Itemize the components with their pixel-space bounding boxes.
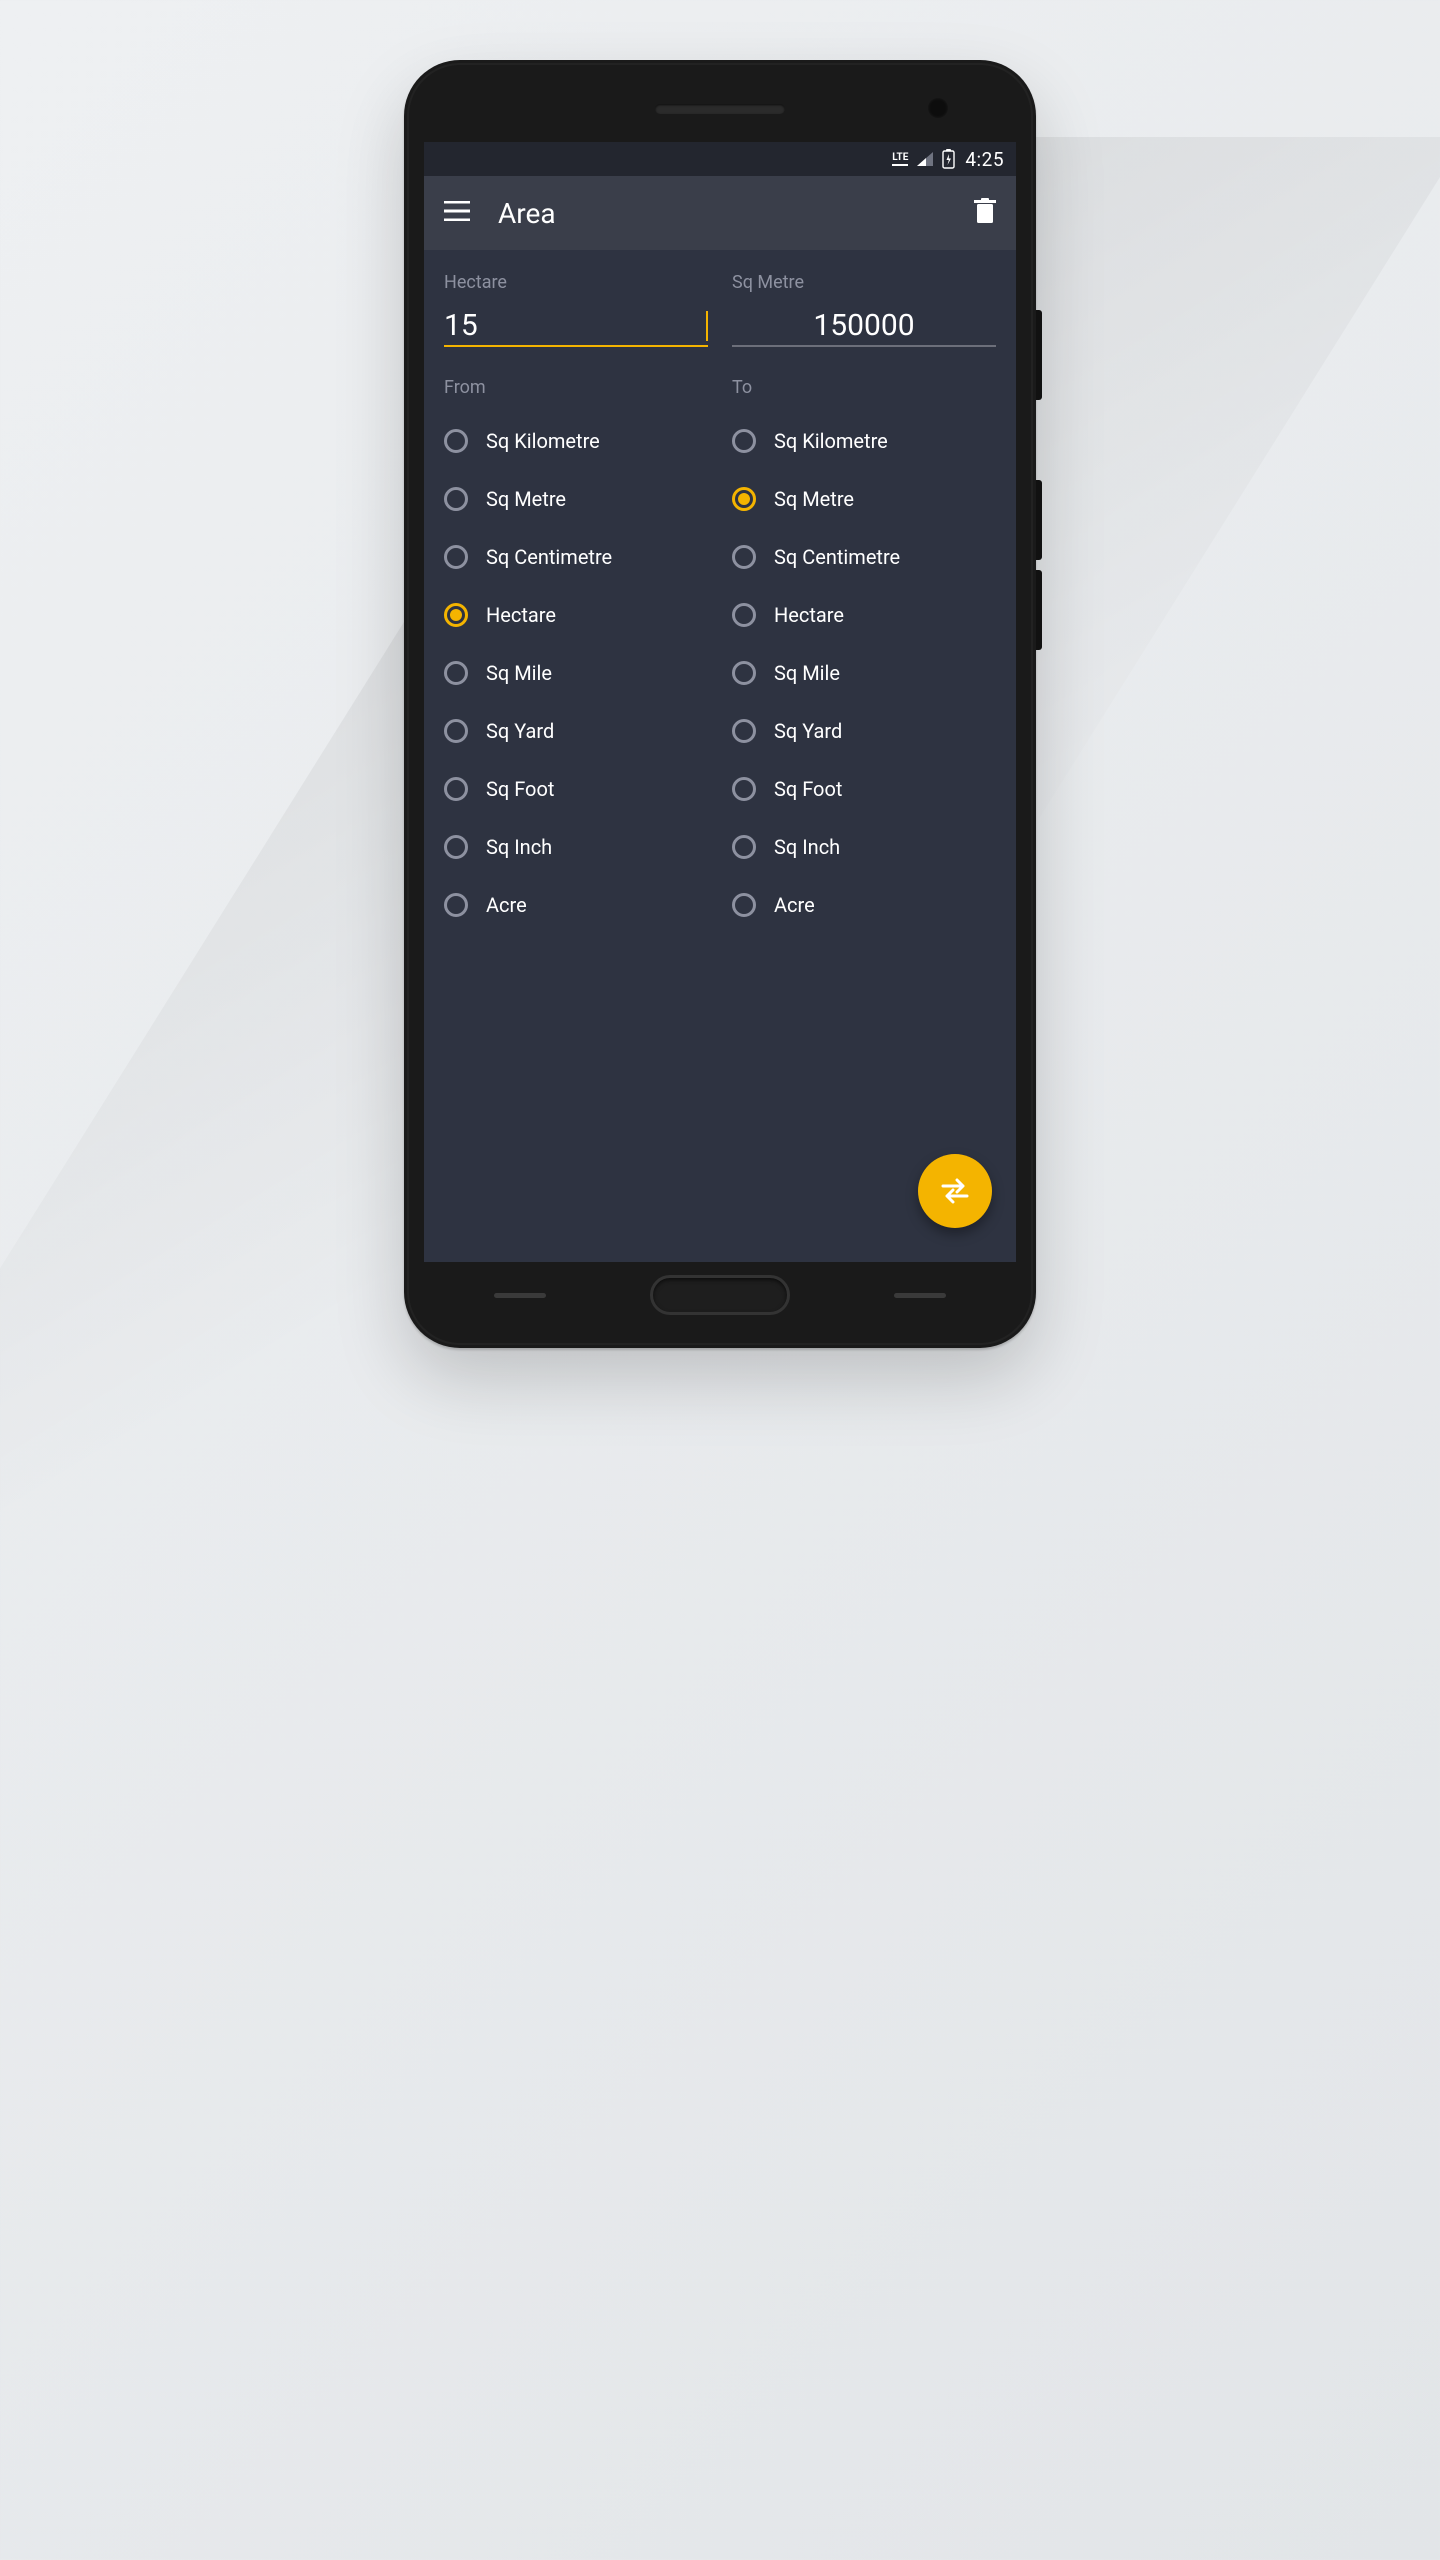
radio-icon xyxy=(444,603,468,627)
from-section-label: From xyxy=(444,377,708,398)
radio-label: Sq Yard xyxy=(486,719,554,743)
to-radio-acre[interactable]: Acre xyxy=(732,876,996,934)
from-column: Hectare 15 From Sq Kilometre Sq Metre Sq C… xyxy=(444,272,708,1262)
to-radio-sq-inch[interactable]: Sq Inch xyxy=(732,818,996,876)
nav-bar xyxy=(404,1262,1036,1328)
from-radio-sq-metre[interactable]: Sq Metre xyxy=(444,470,708,528)
phone-speaker xyxy=(655,104,785,114)
delete-icon[interactable] xyxy=(974,198,996,228)
status-bar: LTE 4:25 xyxy=(424,142,1016,176)
radio-label: Hectare xyxy=(486,603,556,627)
from-value: 15 xyxy=(444,311,704,341)
radio-icon xyxy=(444,545,468,569)
radio-label: Sq Foot xyxy=(774,777,842,801)
app-bar: Area xyxy=(424,176,1016,250)
text-caret xyxy=(706,311,708,341)
swap-icon xyxy=(939,1178,971,1204)
menu-icon[interactable] xyxy=(444,201,470,225)
from-radio-sq-inch[interactable]: Sq Inch xyxy=(444,818,708,876)
nav-back[interactable] xyxy=(494,1293,546,1298)
from-value-input[interactable]: 15 xyxy=(444,299,708,347)
radio-icon xyxy=(732,603,756,627)
radio-icon xyxy=(732,893,756,917)
radio-icon xyxy=(444,719,468,743)
to-value-input[interactable]: 150000 xyxy=(732,299,996,347)
to-radio-sq-metre[interactable]: Sq Metre xyxy=(732,470,996,528)
page-title: Area xyxy=(498,197,946,230)
radio-label: Acre xyxy=(774,893,815,917)
to-radio-sq-yard[interactable]: Sq Yard xyxy=(732,702,996,760)
radio-icon xyxy=(444,893,468,917)
phone-camera xyxy=(928,98,948,118)
power-button xyxy=(1036,310,1042,400)
radio-icon xyxy=(732,429,756,453)
volume-down-button xyxy=(1036,570,1042,650)
radio-label: Sq Foot xyxy=(486,777,554,801)
nav-home[interactable] xyxy=(650,1275,790,1315)
network-indicator: LTE xyxy=(892,153,908,166)
to-radio-sq-mile[interactable]: Sq Mile xyxy=(732,644,996,702)
to-radio-hectare[interactable]: Hectare xyxy=(732,586,996,644)
from-radio-sq-mile[interactable]: Sq Mile xyxy=(444,644,708,702)
swap-fab[interactable] xyxy=(918,1154,992,1228)
content: Hectare 15 From Sq Kilometre Sq Metre Sq C… xyxy=(424,250,1016,1262)
radio-icon xyxy=(444,661,468,685)
radio-label: Sq Inch xyxy=(774,835,840,859)
radio-icon xyxy=(732,487,756,511)
from-unit-label: Hectare xyxy=(444,272,708,293)
radio-label: Sq Kilometre xyxy=(486,429,600,453)
to-column: Sq Metre 150000 To Sq KilometreSq MetreS… xyxy=(732,272,996,1262)
volume-up-button xyxy=(1036,480,1042,560)
signal-icon xyxy=(916,151,934,167)
radio-label: Acre xyxy=(486,893,527,917)
nav-recent[interactable] xyxy=(894,1293,946,1298)
radio-icon xyxy=(732,835,756,859)
from-radio-sq-yard[interactable]: Sq Yard xyxy=(444,702,708,760)
radio-label: Sq Metre xyxy=(486,487,566,511)
radio-icon xyxy=(732,719,756,743)
radio-label: Sq Metre xyxy=(774,487,854,511)
battery-charging-icon xyxy=(942,149,955,169)
from-radio-sq-centimetre[interactable]: Sq Centimetre xyxy=(444,528,708,586)
from-radio-hectare[interactable]: Hectare xyxy=(444,586,708,644)
to-section-label: To xyxy=(732,377,996,398)
phone-frame: LTE 4:25 Area xyxy=(404,60,1036,1348)
from-radio-sq-kilometre[interactable]: Sq Kilometre xyxy=(444,412,708,470)
radio-label: Hectare xyxy=(774,603,844,627)
radio-label: Sq Mile xyxy=(486,661,552,685)
to-radio-sq-foot[interactable]: Sq Foot xyxy=(732,760,996,818)
radio-icon xyxy=(732,777,756,801)
from-radio-sq-foot[interactable]: Sq Foot xyxy=(444,760,708,818)
radio-label: Sq Kilometre xyxy=(774,429,888,453)
to-unit-label: Sq Metre xyxy=(732,272,996,293)
status-clock: 4:25 xyxy=(965,148,1004,171)
from-radio-list: Sq Kilometre Sq Metre Sq Centimetre Hectare… xyxy=(444,412,708,934)
radio-icon xyxy=(444,835,468,859)
radio-label: Sq Centimetre xyxy=(486,545,612,569)
to-radio-sq-centimetre[interactable]: Sq Centimetre xyxy=(732,528,996,586)
radio-icon xyxy=(732,661,756,685)
radio-label: Sq Centimetre xyxy=(774,545,900,569)
screen: LTE 4:25 Area xyxy=(424,142,1016,1262)
radio-icon xyxy=(732,545,756,569)
from-radio-acre[interactable]: Acre xyxy=(444,876,708,934)
radio-icon xyxy=(444,429,468,453)
to-value: 150000 xyxy=(732,311,996,341)
radio-icon xyxy=(444,487,468,511)
radio-label: Sq Mile xyxy=(774,661,840,685)
to-radio-sq-kilometre[interactable]: Sq Kilometre xyxy=(732,412,996,470)
to-radio-list: Sq Kilometre Sq Metre Sq Centimetre Hectare… xyxy=(732,412,996,934)
radio-label: Sq Inch xyxy=(486,835,552,859)
radio-label: Sq Yard xyxy=(774,719,842,743)
radio-icon xyxy=(444,777,468,801)
